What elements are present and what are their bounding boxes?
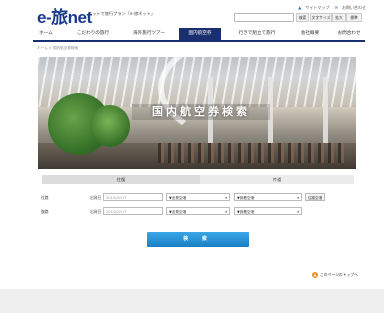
nav-contact[interactable]: お問合わせ xyxy=(333,28,365,40)
nav-special-travel[interactable]: こだわりの旅行 xyxy=(73,28,113,40)
header-search-row: 検索 文字サイズ 拡大 標準 xyxy=(234,13,366,22)
sitemap-link[interactable]: サイトマップ xyxy=(305,5,329,10)
return-date-input[interactable]: 2015/02/17 xyxy=(103,207,163,215)
outbound-date-label: 出発日 xyxy=(90,195,102,200)
site-search-button[interactable]: 検索 xyxy=(296,13,309,22)
site-logo[interactable]: e-旅net xyxy=(37,3,92,28)
flight-search-form: 往復 片道 往路 出発日 2015/02/17 ▼出発空港 ▾ ▼到着空港 ▾ 往路… xyxy=(37,175,357,217)
nav-custom-travel[interactable]: 行きで組立て旅行 xyxy=(229,28,285,40)
nav-underline xyxy=(33,40,365,42)
chevron-down-icon: ▾ xyxy=(297,196,299,200)
sitemap-icon: ▲ xyxy=(298,5,302,10)
arrow-up-icon: ▲ xyxy=(312,272,318,278)
tab-round-trip[interactable]: 往復 xyxy=(42,175,200,184)
site-footer xyxy=(0,289,384,313)
site-tagline: ネットで旅行プラン「e-旅ネット」 xyxy=(88,11,155,16)
global-nav: ホーム こだわりの旅行 海外旅行ツアー 国内航空券 行きで組立て旅行 会社概要 … xyxy=(33,28,365,40)
chevron-down-icon: ▾ xyxy=(225,196,227,200)
site-search-input[interactable] xyxy=(234,13,294,22)
font-large-button[interactable]: 拡大 xyxy=(332,13,346,22)
font-size-label: 文字サイズ xyxy=(310,13,332,22)
breadcrumb: ホーム > 国内航空券検索 xyxy=(37,46,79,50)
page-top-label: このページのトップへ xyxy=(320,272,358,277)
hero-tree xyxy=(90,105,130,147)
outbound-date-input[interactable]: 2015/02/17 xyxy=(103,193,163,201)
hero-crowd xyxy=(158,143,348,163)
hero-banner: 国内航空券検索 xyxy=(38,57,356,169)
site-header: e-旅net ネットで旅行プラン「e-旅ネット」 ▲ サイトマップ ✉ お問い合わせ… xyxy=(0,0,384,28)
nav-overseas-tours[interactable]: 海外旅行ツアー xyxy=(125,28,173,40)
return-from-select[interactable]: ▼出発空港 ▾ xyxy=(166,207,230,215)
mail-icon: ✉ xyxy=(334,5,338,10)
chevron-down-icon: ▾ xyxy=(297,210,299,214)
font-standard-button[interactable]: 標準 xyxy=(346,13,362,22)
return-label: 復路 xyxy=(41,209,49,214)
page-top-link[interactable]: ▲ このページのトップへ xyxy=(312,272,358,278)
flight-search-button[interactable]: 検 索 xyxy=(147,232,249,247)
hero-title: 国内航空券検索 xyxy=(132,104,270,120)
trip-type-tabs: 往復 片道 xyxy=(42,175,354,184)
outbound-label: 往路 xyxy=(41,195,49,200)
return-to-select[interactable]: ▼到着空港 ▾ xyxy=(234,207,302,215)
outbound-airport-button[interactable]: 往路空港 xyxy=(305,193,325,201)
nav-domestic-air[interactable]: 国内航空券 xyxy=(179,28,221,40)
top-links: ▲ サイトマップ ✉ お問い合わせ xyxy=(294,5,366,11)
nav-company[interactable]: 会社概要 xyxy=(295,28,325,40)
chevron-down-icon: ▾ xyxy=(225,210,227,214)
tab-one-way[interactable]: 片道 xyxy=(200,175,354,184)
nav-home[interactable]: ホーム xyxy=(33,28,59,40)
outbound-to-select[interactable]: ▼到着空港 ▾ xyxy=(234,193,302,201)
return-row: 復路 出発日 2015/02/17 ▼出発空港 ▾ ▼到着空港 ▾ xyxy=(37,207,357,217)
outbound-row: 往路 出発日 2015/02/17 ▼出発空港 ▾ ▼到着空港 ▾ 往路空港 xyxy=(37,193,357,203)
contact-link[interactable]: お問い合わせ xyxy=(342,5,366,10)
outbound-from-select[interactable]: ▼出発空港 ▾ xyxy=(166,193,230,201)
return-date-label: 出発日 xyxy=(90,209,102,214)
